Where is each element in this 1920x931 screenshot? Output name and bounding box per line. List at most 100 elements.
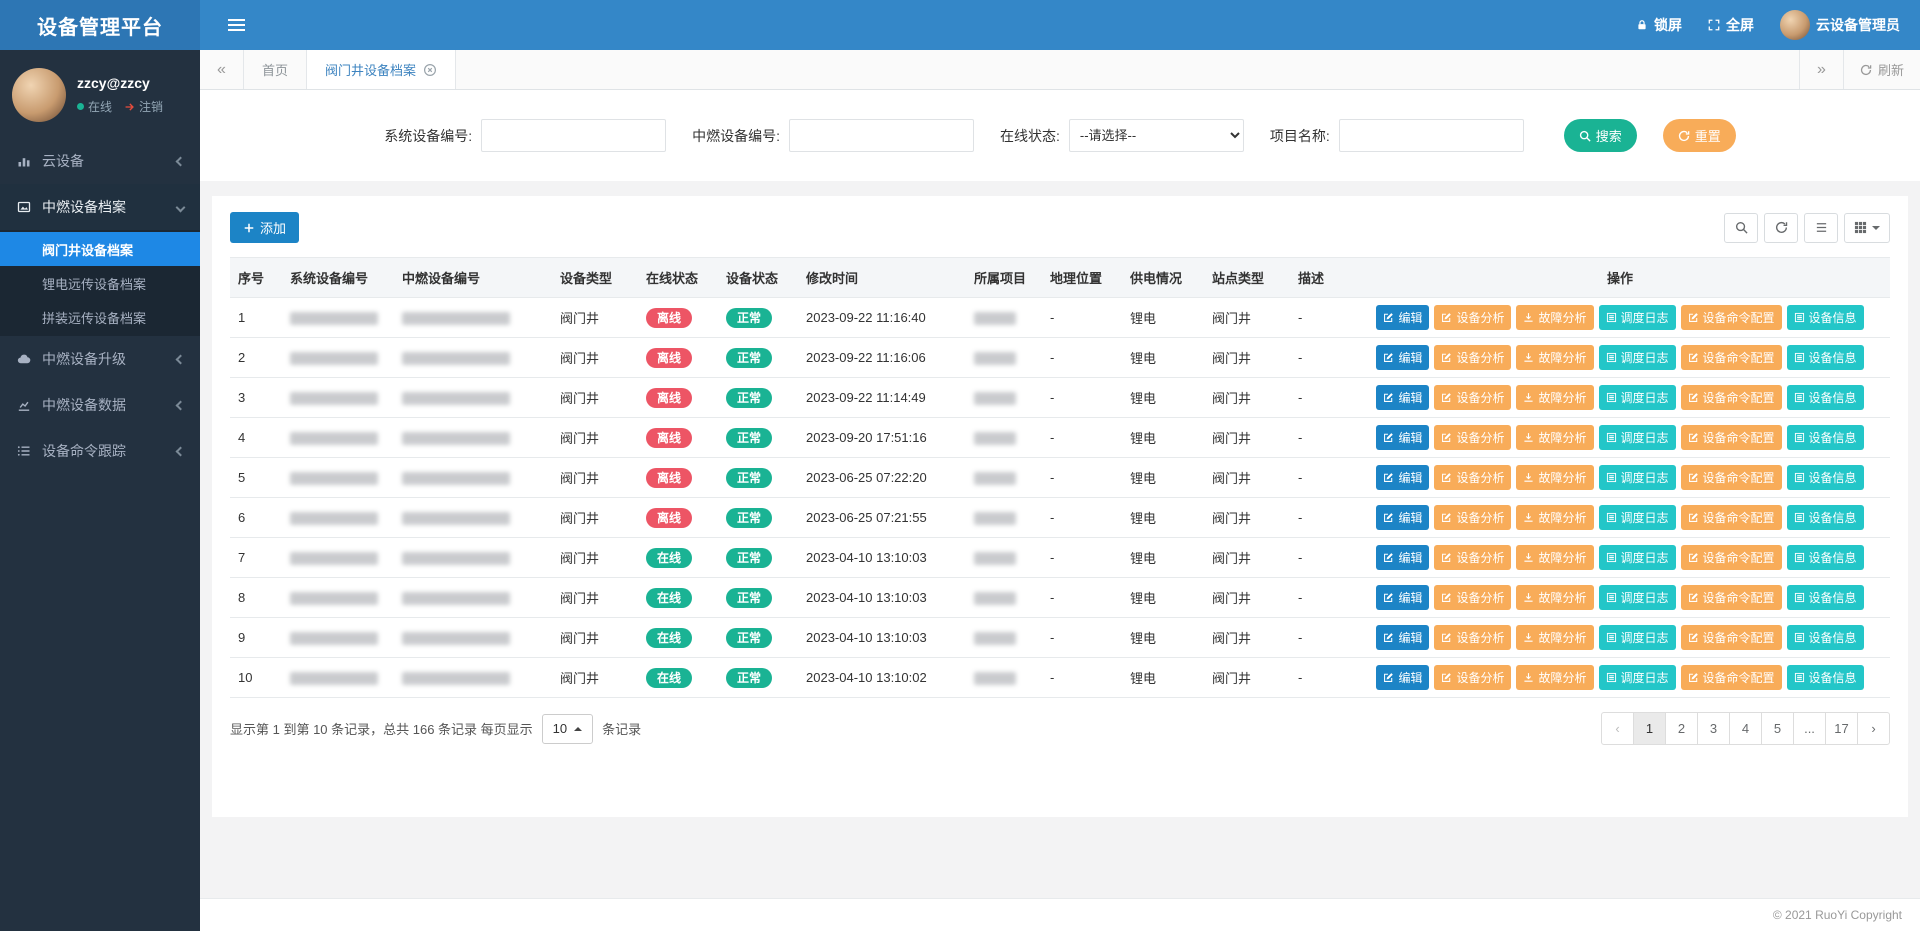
- device-info-button[interactable]: 设备信息: [1787, 345, 1864, 370]
- device-analysis-button[interactable]: 设备分析: [1434, 345, 1511, 370]
- edit-button[interactable]: 编辑: [1376, 385, 1429, 410]
- fault-analysis-button[interactable]: 故障分析: [1516, 465, 1593, 490]
- dispatch-log-button[interactable]: 调度日志: [1599, 385, 1676, 410]
- edit-button[interactable]: 编辑: [1376, 665, 1429, 690]
- page-ellipsis[interactable]: ...: [1793, 712, 1826, 745]
- device-command-config-button[interactable]: 设备命令配置: [1681, 585, 1782, 610]
- device-command-config-button[interactable]: 设备命令配置: [1681, 545, 1782, 570]
- device-analysis-button[interactable]: 设备分析: [1434, 505, 1511, 530]
- device-info-button[interactable]: 设备信息: [1787, 465, 1864, 490]
- page-5-button[interactable]: 5: [1761, 712, 1794, 745]
- table-search-button[interactable]: [1724, 213, 1758, 243]
- logout-link[interactable]: 注销: [124, 98, 163, 115]
- tab-valve-well-archive[interactable]: 阀门井设备档案: [306, 50, 456, 89]
- device-analysis-button[interactable]: 设备分析: [1434, 625, 1511, 650]
- fullscreen-button[interactable]: 全屏: [1708, 15, 1754, 35]
- sidebar-item-cloud-device[interactable]: 云设备: [0, 138, 200, 184]
- edit-button[interactable]: 编辑: [1376, 545, 1429, 570]
- device-command-config-button[interactable]: 设备命令配置: [1681, 345, 1782, 370]
- edit-button[interactable]: 编辑: [1376, 465, 1429, 490]
- device-info-button[interactable]: 设备信息: [1787, 385, 1864, 410]
- edit-button[interactable]: 编辑: [1376, 585, 1429, 610]
- dispatch-log-button[interactable]: 调度日志: [1599, 305, 1676, 330]
- dispatch-log-button[interactable]: 调度日志: [1599, 425, 1676, 450]
- device-command-config-button[interactable]: 设备命令配置: [1681, 665, 1782, 690]
- refresh-tab-button[interactable]: 刷新: [1843, 50, 1920, 89]
- profile-avatar[interactable]: [12, 68, 66, 122]
- sidebar-subitem-valve-well-archive[interactable]: 阀门井设备档案: [0, 232, 200, 266]
- page-size-dropdown[interactable]: 10: [542, 714, 593, 744]
- reset-button[interactable]: 重置: [1663, 119, 1736, 152]
- next-page-button[interactable]: ›: [1857, 712, 1890, 745]
- tabs-scroll-left-button[interactable]: «: [200, 50, 244, 89]
- device-info-button[interactable]: 设备信息: [1787, 625, 1864, 650]
- edit-button[interactable]: 编辑: [1376, 345, 1429, 370]
- toggle-view-button[interactable]: [1804, 213, 1838, 243]
- prev-page-button[interactable]: ‹: [1601, 712, 1634, 745]
- device-analysis-button[interactable]: 设备分析: [1434, 585, 1511, 610]
- device-info-button[interactable]: 设备信息: [1787, 665, 1864, 690]
- table-refresh-button[interactable]: [1764, 213, 1798, 243]
- sidebar-item-device-data[interactable]: 中燃设备数据: [0, 382, 200, 428]
- device-info-button[interactable]: 设备信息: [1787, 545, 1864, 570]
- device-command-config-button[interactable]: 设备命令配置: [1681, 305, 1782, 330]
- device-analysis-button[interactable]: 设备分析: [1434, 545, 1511, 570]
- sidebar-toggle-button[interactable]: [220, 16, 253, 34]
- page-1-button[interactable]: 1: [1633, 712, 1666, 745]
- edit-button[interactable]: 编辑: [1376, 425, 1429, 450]
- page-17-button[interactable]: 17: [1825, 712, 1858, 745]
- device-command-config-button[interactable]: 设备命令配置: [1681, 425, 1782, 450]
- page-2-button[interactable]: 2: [1665, 712, 1698, 745]
- device-command-config-button[interactable]: 设备命令配置: [1681, 505, 1782, 530]
- dispatch-log-button[interactable]: 调度日志: [1599, 465, 1676, 490]
- edit-button[interactable]: 编辑: [1376, 305, 1429, 330]
- columns-dropdown-button[interactable]: [1844, 213, 1890, 243]
- sidebar-subitem-lithium-remote-archive[interactable]: 锂电远传设备档案: [0, 266, 200, 300]
- system-device-no-input[interactable]: [481, 119, 666, 152]
- device-info-button[interactable]: 设备信息: [1787, 425, 1864, 450]
- add-button[interactable]: 添加: [230, 212, 299, 243]
- device-command-config-button[interactable]: 设备命令配置: [1681, 465, 1782, 490]
- fault-analysis-button[interactable]: 故障分析: [1516, 345, 1593, 370]
- fault-analysis-button[interactable]: 故障分析: [1516, 625, 1593, 650]
- dispatch-log-button[interactable]: 调度日志: [1599, 545, 1676, 570]
- dispatch-log-button[interactable]: 调度日志: [1599, 665, 1676, 690]
- device-info-button[interactable]: 设备信息: [1787, 505, 1864, 530]
- dispatch-log-button[interactable]: 调度日志: [1599, 345, 1676, 370]
- device-info-button[interactable]: 设备信息: [1787, 305, 1864, 330]
- dispatch-log-button[interactable]: 调度日志: [1599, 585, 1676, 610]
- sidebar-item-device-upgrade[interactable]: 中燃设备升级: [0, 336, 200, 382]
- device-command-config-button[interactable]: 设备命令配置: [1681, 385, 1782, 410]
- project-name-input[interactable]: [1339, 119, 1524, 152]
- edit-button[interactable]: 编辑: [1376, 505, 1429, 530]
- lock-screen-button[interactable]: 锁屏: [1636, 15, 1682, 35]
- tabs-scroll-right-button[interactable]: »: [1799, 50, 1843, 89]
- user-menu[interactable]: 云设备管理员: [1780, 10, 1900, 40]
- fault-analysis-button[interactable]: 故障分析: [1516, 425, 1593, 450]
- fault-analysis-button[interactable]: 故障分析: [1516, 545, 1593, 570]
- device-command-config-button[interactable]: 设备命令配置: [1681, 625, 1782, 650]
- zhongran-device-no-input[interactable]: [789, 119, 974, 152]
- device-analysis-button[interactable]: 设备分析: [1434, 465, 1511, 490]
- page-3-button[interactable]: 3: [1697, 712, 1730, 745]
- sidebar-item-zhongran-archive[interactable]: 中燃设备档案: [0, 184, 200, 230]
- fault-analysis-button[interactable]: 故障分析: [1516, 305, 1593, 330]
- fault-analysis-button[interactable]: 故障分析: [1516, 385, 1593, 410]
- device-analysis-button[interactable]: 设备分析: [1434, 665, 1511, 690]
- device-info-button[interactable]: 设备信息: [1787, 585, 1864, 610]
- edit-button[interactable]: 编辑: [1376, 625, 1429, 650]
- sidebar-item-command-tracking[interactable]: 设备命令跟踪: [0, 428, 200, 474]
- device-analysis-button[interactable]: 设备分析: [1434, 305, 1511, 330]
- close-tab-icon[interactable]: [423, 63, 437, 77]
- page-4-button[interactable]: 4: [1729, 712, 1762, 745]
- device-analysis-button[interactable]: 设备分析: [1434, 385, 1511, 410]
- dispatch-log-button[interactable]: 调度日志: [1599, 625, 1676, 650]
- fault-analysis-button[interactable]: 故障分析: [1516, 585, 1593, 610]
- online-status-select[interactable]: --请选择--: [1069, 119, 1244, 152]
- search-button[interactable]: 搜索: [1564, 119, 1637, 152]
- fault-analysis-button[interactable]: 故障分析: [1516, 505, 1593, 530]
- dispatch-log-button[interactable]: 调度日志: [1599, 505, 1676, 530]
- sidebar-subitem-assembled-remote-archive[interactable]: 拼装远传设备档案: [0, 300, 200, 334]
- fault-analysis-button[interactable]: 故障分析: [1516, 665, 1593, 690]
- device-analysis-button[interactable]: 设备分析: [1434, 425, 1511, 450]
